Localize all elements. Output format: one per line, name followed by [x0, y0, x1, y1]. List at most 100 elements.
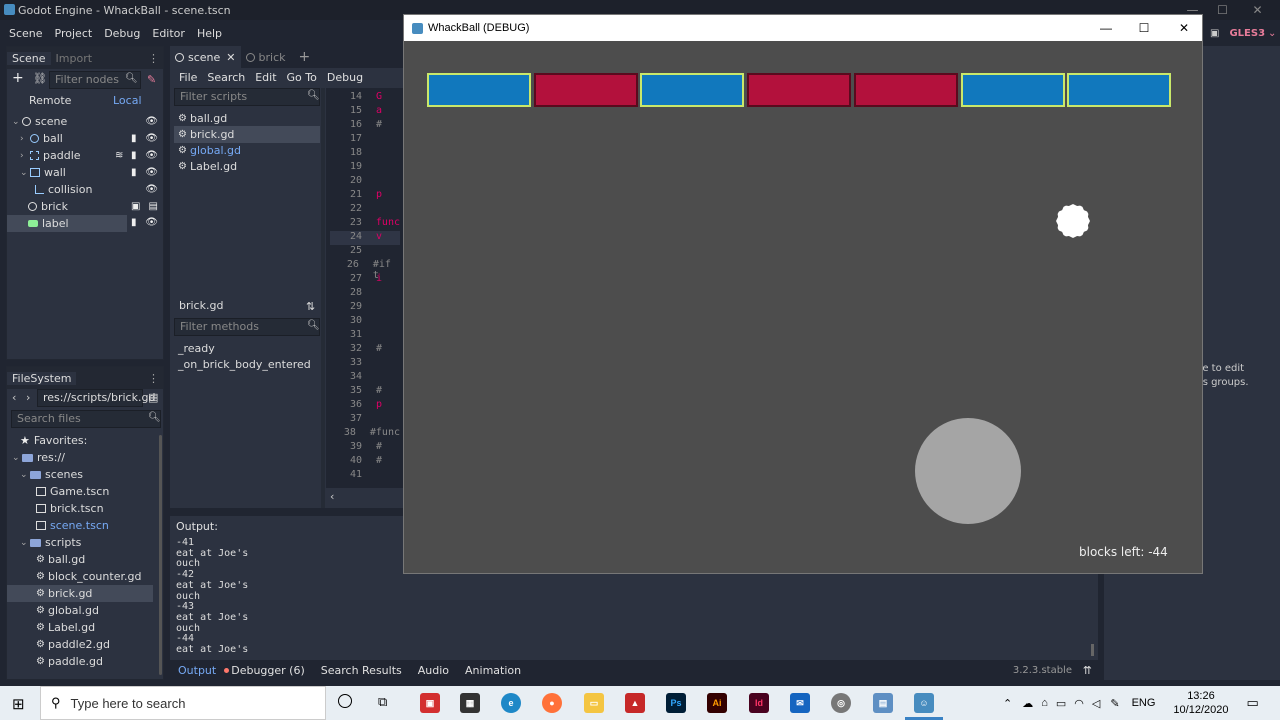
close-icon[interactable]: ✕	[1164, 15, 1204, 41]
tree-node-label[interactable]: label	[7, 215, 127, 232]
script-icon[interactable]: ▮	[131, 133, 137, 144]
swirl-app-icon[interactable]: ◎	[831, 693, 851, 713]
script-item-label[interactable]: ⚙ Label.gd	[174, 158, 320, 175]
chevron-right-icon[interactable]: ›	[20, 151, 29, 161]
task-view-icon[interactable]: ⧉	[378, 694, 387, 710]
menu-project[interactable]: Project	[49, 27, 99, 40]
script-menu-debug[interactable]: Debug	[322, 71, 368, 84]
wifi-icon[interactable]: ◠	[1074, 697, 1084, 710]
file-ball-gd[interactable]: ⚙ ball.gd	[7, 551, 85, 568]
tab-search-results[interactable]: Search Results	[313, 664, 410, 677]
add-tab-icon[interactable]: +	[299, 49, 311, 65]
filter-scripts-input[interactable]: Filter scripts	[174, 88, 320, 106]
file-brick-tscn[interactable]: brick.tscn	[7, 500, 104, 517]
tree-node-wall[interactable]: ⌄ wall ▮ 👁︎	[7, 164, 163, 181]
network-icon[interactable]: ⌂	[1041, 697, 1048, 709]
eye-icon[interactable]: 👁︎	[145, 217, 158, 228]
eye-icon[interactable]: 👁︎	[145, 133, 158, 144]
cloud-icon[interactable]: ☁	[1022, 697, 1033, 710]
path-input[interactable]: res://scripts/brick.gd	[37, 389, 155, 407]
volume-icon[interactable]: ◁	[1092, 697, 1100, 710]
tab-import[interactable]: Import	[51, 52, 98, 65]
split-divider[interactable]	[321, 88, 325, 508]
dock-menu-icon[interactable]: ⋮	[148, 372, 159, 385]
cortana-icon[interactable]	[338, 694, 352, 708]
script-menu-goto[interactable]: Go To	[282, 71, 322, 84]
mail-icon[interactable]: ✉	[790, 693, 810, 713]
collapse-arrow-icon[interactable]: ‹	[330, 490, 334, 503]
tree-node-collision[interactable]: collision 👁︎	[7, 181, 163, 198]
scrollbar[interactable]	[159, 435, 162, 675]
add-node-icon[interactable]: +	[12, 70, 24, 86]
file-paddle2-gd[interactable]: ⚙ paddle2.gd	[7, 636, 110, 653]
script-icon[interactable]: ▮	[131, 217, 137, 228]
chevron-down-icon[interactable]: ⌄	[20, 168, 29, 178]
pen-icon[interactable]: ✎	[1110, 697, 1119, 710]
signal-icon[interactable]: ≋	[115, 150, 123, 161]
chevron-up-icon[interactable]: ⌃	[1003, 697, 1012, 710]
tree-node-scene[interactable]: ⌄ scene 👁︎	[7, 113, 163, 130]
close-tab-icon[interactable]: ✕	[226, 51, 235, 64]
dock-menu-icon[interactable]: ⋮	[148, 52, 159, 65]
script-item-global[interactable]: ⚙ global.gd	[174, 142, 320, 159]
maximize-icon[interactable]: ☐	[1124, 15, 1164, 41]
photoshop-icon[interactable]: Ps	[666, 693, 686, 713]
file-global-gd[interactable]: ⚙ global.gd	[7, 602, 99, 619]
eye-icon[interactable]: 👁︎	[145, 167, 158, 178]
edge-icon[interactable]: e	[501, 693, 521, 713]
script-menu-edit[interactable]: Edit	[250, 71, 281, 84]
firefox-icon[interactable]: ●	[542, 693, 562, 713]
menu-debug[interactable]: Debug	[98, 27, 146, 40]
windows-start-icon[interactable]: ⊞	[12, 695, 25, 713]
script-icon[interactable]: ▮	[131, 150, 137, 161]
menu-scene[interactable]: Scene	[3, 27, 49, 40]
tab-audio[interactable]: Audio	[410, 664, 457, 677]
local-button[interactable]: Local	[113, 94, 142, 107]
tree-node-ball[interactable]: › ball ▮ 👁︎	[7, 130, 163, 147]
red-app-icon[interactable]: ▣	[420, 693, 440, 713]
instance-icon[interactable]: ▣	[131, 201, 140, 212]
taskbar-search[interactable]: ⚲ Type here to search	[40, 686, 326, 720]
folder-scenes[interactable]: ⌄ scenes	[7, 466, 83, 483]
output-scrollbar[interactable]	[1091, 644, 1094, 656]
battery-icon[interactable]: ▭	[1056, 697, 1066, 710]
maximize-icon[interactable]: ☐	[1205, 0, 1240, 20]
tree-node-brick[interactable]: brick ▣ ▤	[7, 198, 163, 215]
tree-node-paddle[interactable]: › paddle ≋ ▮ 👁︎	[7, 147, 163, 164]
file-explorer-icon[interactable]: ▭	[584, 693, 604, 713]
method-item-ready[interactable]: _ready	[174, 340, 215, 357]
eye-icon[interactable]: 👁︎	[145, 150, 158, 161]
method-item-on-brick-body-entered[interactable]: _on_brick_body_entered	[174, 356, 311, 373]
store-icon[interactable]: ▦	[460, 693, 480, 713]
file-block-counter-gd[interactable]: ⚙ block_counter.gd	[7, 568, 141, 585]
tab-debugger[interactable]: Debugger (6)	[229, 664, 313, 677]
search-files-input[interactable]: Search files	[11, 410, 161, 428]
favorites-item[interactable]: ★ Favorites:	[7, 432, 87, 449]
file-label-gd[interactable]: ⚙ Label.gd	[7, 619, 95, 636]
illustrator-icon[interactable]: Ai	[707, 693, 727, 713]
forward-arrow-icon[interactable]: ›	[26, 391, 30, 404]
tab-scene[interactable]: Scene	[7, 51, 51, 65]
indesign-icon[interactable]: Id	[749, 693, 769, 713]
eye-icon[interactable]: 👁︎	[145, 116, 158, 127]
menu-editor[interactable]: Editor	[146, 27, 191, 40]
file-scene-tscn[interactable]: scene.tscn	[7, 517, 109, 534]
clock[interactable]: 13:26 10/12/2020	[1173, 689, 1228, 717]
notifications-icon[interactable]: ▭	[1246, 695, 1258, 711]
language-indicator[interactable]: ENG	[1132, 697, 1156, 709]
file-paddle-gd[interactable]: ⚙ paddle.gd	[7, 653, 103, 670]
attach-script-icon[interactable]: ✎	[147, 73, 156, 86]
tab-filesystem[interactable]: FileSystem	[7, 371, 77, 385]
chevron-down-icon[interactable]: ⌄	[20, 470, 29, 480]
script-menu-search[interactable]: Search	[202, 71, 250, 84]
tab-animation[interactable]: Animation	[457, 664, 529, 677]
menu-help[interactable]: Help	[191, 27, 228, 40]
tab-scene-file[interactable]: scene ✕	[170, 46, 241, 68]
tab-output[interactable]: Output	[170, 664, 220, 677]
folder-res[interactable]: ⌄ res://	[7, 449, 65, 466]
tab-brick-file[interactable]: brick	[241, 46, 291, 68]
pin-panel-icon[interactable]: ⇈	[1083, 664, 1092, 677]
chevron-down-icon[interactable]: ⌄	[12, 453, 21, 463]
remote-button[interactable]: Remote	[29, 94, 71, 107]
chevron-right-icon[interactable]: ›	[20, 134, 29, 144]
